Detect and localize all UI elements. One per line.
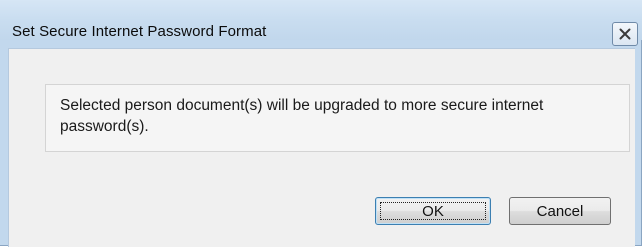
ok-button[interactable]: OK — [375, 197, 491, 225]
cancel-button[interactable]: Cancel — [509, 197, 611, 225]
focus-rectangle — [380, 202, 486, 220]
dialog-body: Selected person document(s) will be upgr… — [8, 48, 635, 247]
dialog-window: Set Secure Internet Password Format Sele… — [0, 0, 642, 247]
title-bar[interactable]: Set Secure Internet Password Format — [0, 0, 642, 46]
cancel-button-label: Cancel — [536, 202, 584, 220]
close-button[interactable] — [612, 22, 638, 46]
message-text: Selected person document(s) will be upgr… — [60, 97, 544, 135]
message-panel: Selected person document(s) will be upgr… — [45, 84, 630, 152]
close-icon — [619, 28, 631, 40]
dialog-title: Set Secure Internet Password Format — [12, 23, 267, 40]
